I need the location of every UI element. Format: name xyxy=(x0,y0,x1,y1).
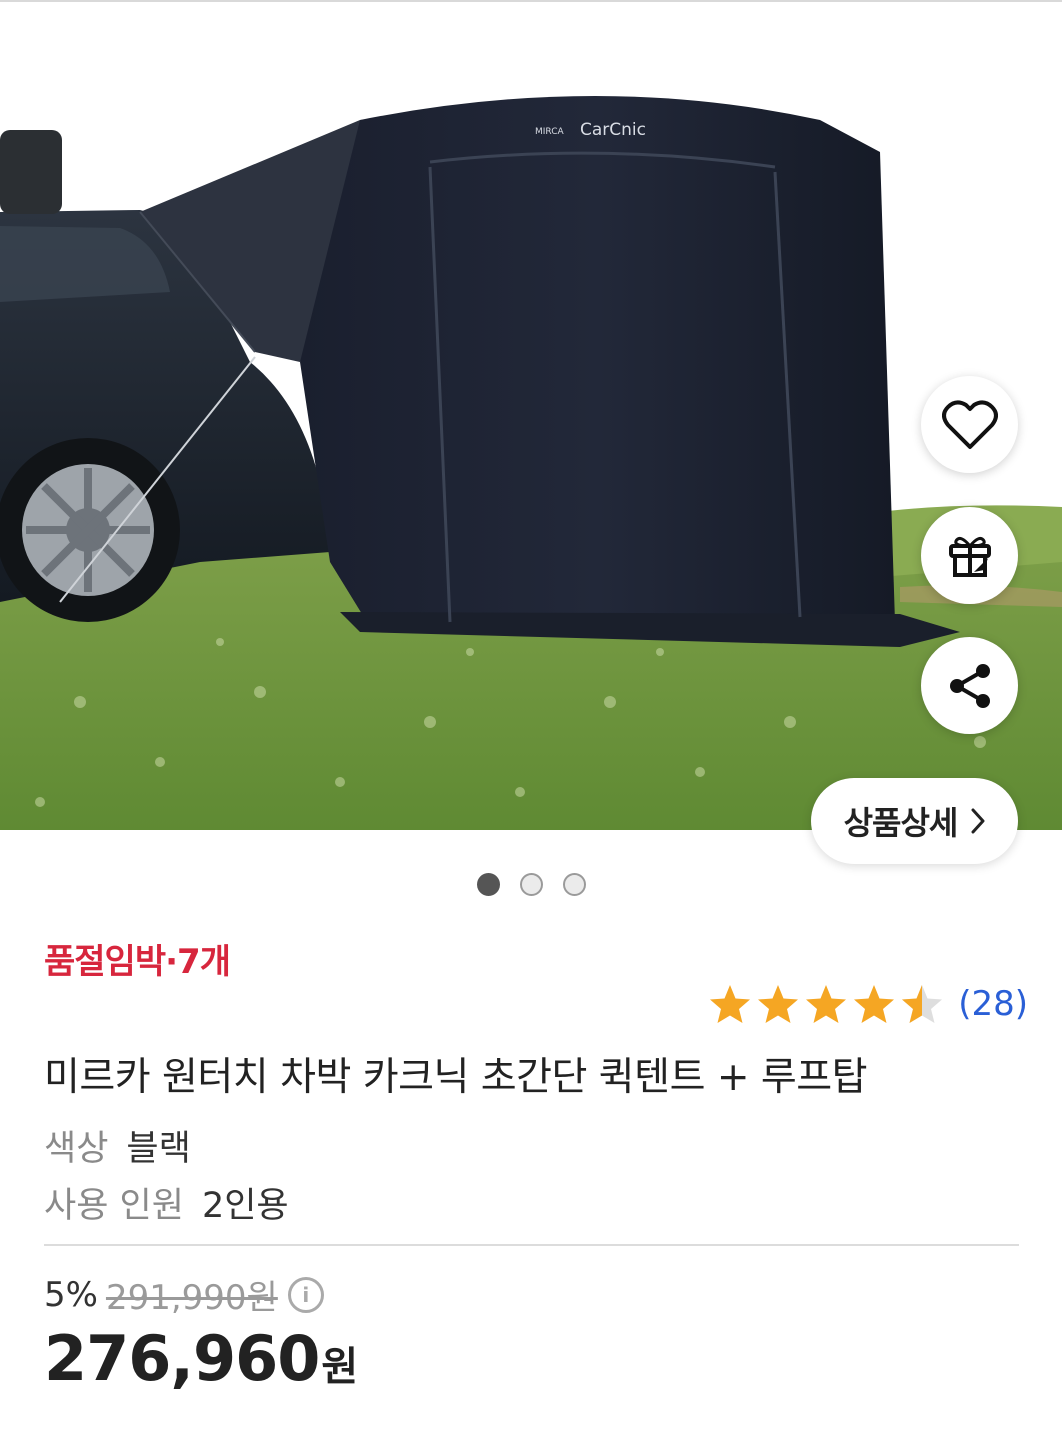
option-key: 사용 인원 xyxy=(44,1186,184,1226)
svg-text:MIRCA: MIRCA xyxy=(535,127,565,137)
sale-price-amount: 276,960 xyxy=(44,1322,320,1395)
stock-notice: 품절임박·7개 xyxy=(44,942,231,982)
original-price: 291,990원 xyxy=(105,1278,278,1318)
option-value: 2인용 xyxy=(201,1186,289,1226)
carousel-dot-1[interactable] xyxy=(477,873,500,896)
gift-icon xyxy=(948,536,991,577)
option-capacity: 사용 인원 2인용 xyxy=(44,1177,289,1228)
product-image[interactable]: MIRCA CarCnic xyxy=(0,2,1062,830)
info-icon[interactable]: i xyxy=(287,1276,324,1313)
product-title: 미르카 원터치 차박 카크닉 초간단 퀵텐트 + 루프탑 xyxy=(44,1055,868,1100)
product-detail-button[interactable]: 상품상세 xyxy=(811,778,1018,864)
discount-rate: 5% xyxy=(44,1274,98,1315)
share-icon xyxy=(949,663,990,708)
rating-stars xyxy=(708,983,944,1025)
gift-button[interactable] xyxy=(921,507,1018,604)
heart-icon xyxy=(941,399,998,449)
carousel-pagination xyxy=(0,873,1062,897)
carousel-dot-3[interactable] xyxy=(563,873,586,896)
half-star-icon xyxy=(902,985,943,1023)
svg-text:CarCnic: CarCnic xyxy=(580,120,646,140)
rating[interactable]: (28) xyxy=(708,980,1028,1028)
sale-price: 276,960 원 xyxy=(44,1322,358,1395)
product-detail-label: 상품상세 xyxy=(843,804,959,842)
wishlist-button[interactable] xyxy=(921,376,1018,473)
sale-price-unit: 원 xyxy=(321,1344,359,1390)
carousel-dot-2[interactable] xyxy=(520,873,543,896)
chevron-right-icon xyxy=(971,808,985,834)
section-divider xyxy=(44,1244,1019,1246)
star-icon xyxy=(806,985,847,1023)
star-icon xyxy=(710,985,751,1023)
option-value: 블랙 xyxy=(126,1129,191,1169)
option-color: 색상 블랙 xyxy=(44,1120,191,1171)
option-key: 색상 xyxy=(44,1129,109,1169)
share-button[interactable] xyxy=(921,637,1018,734)
star-icon xyxy=(854,985,895,1023)
star-icon xyxy=(758,985,799,1023)
review-count[interactable]: (28) xyxy=(958,984,1028,1024)
price-discount-row: 5% 291,990원 i xyxy=(44,1270,324,1319)
